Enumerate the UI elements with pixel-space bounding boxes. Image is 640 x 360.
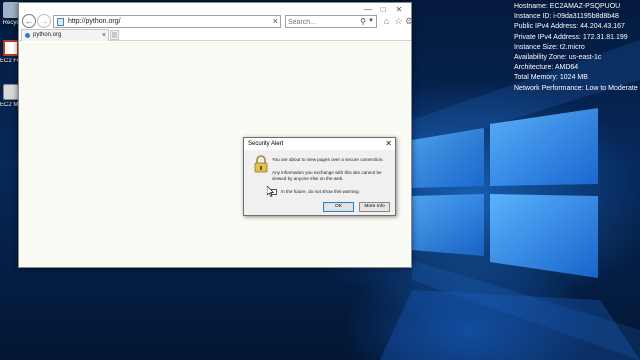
ec2-feedback-icon bbox=[3, 40, 19, 56]
bginfo-instance-id: Instance ID: i-09da31195b8d8b48 bbox=[514, 13, 619, 21]
mouse-cursor-icon bbox=[267, 186, 275, 197]
close-window-button[interactable]: ✕ bbox=[393, 5, 405, 14]
new-tab-button[interactable] bbox=[110, 30, 119, 40]
address-url[interactable]: http://python.org/ bbox=[68, 17, 121, 27]
tab-python-org[interactable]: python.org × bbox=[21, 29, 109, 41]
search-icon[interactable]: ⚲ bbox=[360, 16, 366, 27]
page-icon bbox=[57, 18, 64, 26]
chevron-down-icon[interactable]: ▼ bbox=[368, 16, 374, 27]
bginfo-availability-zone: Availability Zone: us-east-1c bbox=[514, 54, 602, 62]
ok-button[interactable]: OK bbox=[323, 202, 354, 212]
ec2-microsoft-icon bbox=[3, 84, 19, 100]
dont-show-warning-label: In the future, do not show this warning bbox=[281, 189, 359, 194]
bginfo-hostname: Hostname: EC2AMAZ-PSQPUOU bbox=[514, 3, 621, 10]
browser-toolbar: — □ ✕ ← → http://python.org/ × ⚲ ▼ ⌂ ☆ ⚙ bbox=[19, 3, 413, 29]
security-alert-dialog: Security Alert ✕ You are about to view p… bbox=[243, 137, 396, 216]
stop-icon[interactable]: × bbox=[273, 16, 278, 27]
dialog-message-secure: You are about to view pages over a secur… bbox=[272, 157, 384, 162]
bginfo-public-ip: Public IPv4 Address: 44.204.43.167 bbox=[514, 23, 625, 31]
bginfo-panel: Hostname: EC2AMAZ-PSQPUOU Instance ID: i… bbox=[514, 2, 640, 94]
recycle-bin-icon bbox=[3, 2, 19, 18]
maximize-button[interactable]: □ bbox=[377, 5, 389, 14]
bginfo-private-ip: Private IPv4 Address: 172.31.81.199 bbox=[514, 33, 628, 41]
dialog-body: You are about to view pages over a secur… bbox=[244, 150, 395, 215]
dialog-close-button[interactable]: ✕ bbox=[385, 139, 392, 149]
settings-gear-icon[interactable]: ⚙ bbox=[405, 16, 413, 27]
forward-arrow-icon: → bbox=[39, 16, 49, 26]
back-arrow-icon: ← bbox=[24, 16, 34, 26]
more-info-button[interactable]: More Info bbox=[359, 202, 390, 212]
tab-label: python.org bbox=[33, 32, 62, 38]
minimize-button[interactable]: — bbox=[362, 5, 374, 14]
back-button[interactable]: ← bbox=[22, 14, 36, 28]
tab-strip: python.org × bbox=[19, 29, 411, 41]
favicon-icon bbox=[25, 33, 30, 38]
search-box[interactable]: ⚲ ▼ bbox=[285, 15, 377, 28]
dialog-message-privacy: Any information you exchange with this s… bbox=[272, 170, 382, 181]
bginfo-instance-size: Instance Size: t2.micro bbox=[514, 43, 585, 51]
bginfo-architecture: Architecture: AMD64 bbox=[514, 64, 579, 72]
address-bar[interactable]: http://python.org/ × bbox=[53, 15, 281, 28]
new-tab-icon bbox=[112, 32, 117, 38]
forward-button[interactable]: → bbox=[37, 14, 51, 28]
favorites-star-icon[interactable]: ☆ bbox=[393, 16, 404, 27]
tab-close-icon[interactable]: × bbox=[102, 31, 106, 40]
home-icon[interactable]: ⌂ bbox=[381, 16, 392, 27]
lock-icon bbox=[254, 155, 268, 173]
dialog-titlebar: Security Alert ✕ bbox=[244, 138, 395, 150]
bginfo-total-memory: Total Memory: 1024 MB bbox=[514, 74, 588, 82]
bginfo-network-performance: Network Performance: Low to Moderate bbox=[514, 84, 638, 92]
dialog-title: Security Alert bbox=[248, 141, 284, 147]
browser-window: — □ ✕ ← → http://python.org/ × ⚲ ▼ ⌂ ☆ ⚙… bbox=[18, 2, 413, 268]
search-input[interactable] bbox=[288, 17, 358, 27]
